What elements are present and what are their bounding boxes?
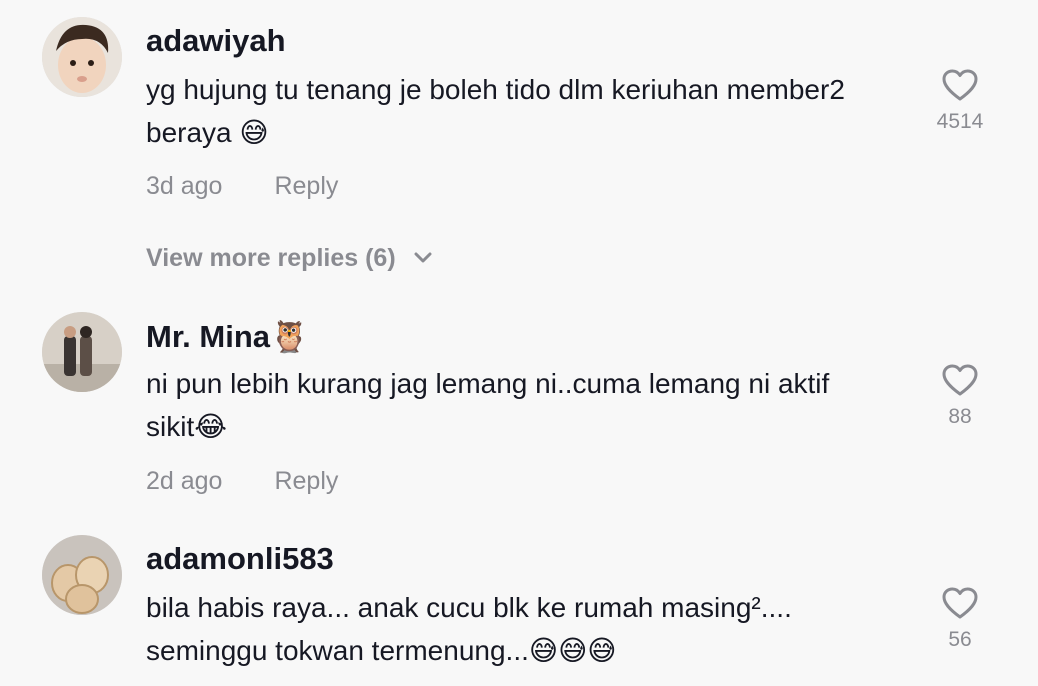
comment-time: 2d ago: [146, 467, 223, 495]
heart-outline-icon[interactable]: [941, 586, 979, 620]
comment-username[interactable]: Mr. Mina🦉: [146, 318, 309, 355]
view-more-replies-label: View more replies (6): [146, 244, 396, 272]
comment-text: yg hujung tu tenang je boleh tido dlm ke…: [146, 74, 845, 148]
comment-text: ni pun lebih kurang jag lemang ni..cuma …: [146, 368, 830, 442]
like-button[interactable]: 4514: [930, 68, 990, 134]
chevron-down-icon: [414, 252, 432, 263]
comment-meta: 2d ago Reply: [146, 467, 338, 496]
like-count: 4514: [936, 110, 984, 133]
comment-username[interactable]: adawiyah: [146, 23, 286, 59]
like-count: 88: [948, 405, 972, 428]
comment-username[interactable]: adamonli583: [146, 541, 334, 577]
like-button[interactable]: 88: [930, 363, 990, 429]
heart-outline-icon[interactable]: [941, 68, 979, 102]
reply-button[interactable]: Reply: [274, 467, 338, 495]
like-count: 56: [948, 628, 972, 651]
heart-outline-icon[interactable]: [941, 363, 979, 397]
like-button[interactable]: 56: [930, 586, 990, 652]
comment-meta: 3d ago Reply: [146, 172, 338, 201]
comment-time: 3d ago: [146, 172, 223, 200]
avatar[interactable]: [42, 535, 122, 615]
avatar[interactable]: [42, 312, 122, 392]
reply-button[interactable]: Reply: [274, 172, 338, 200]
avatar[interactable]: [42, 17, 122, 97]
comment-text: bila habis raya... anak cucu blk ke ruma…: [146, 592, 792, 666]
view-more-replies-button[interactable]: View more replies (6): [146, 244, 433, 273]
